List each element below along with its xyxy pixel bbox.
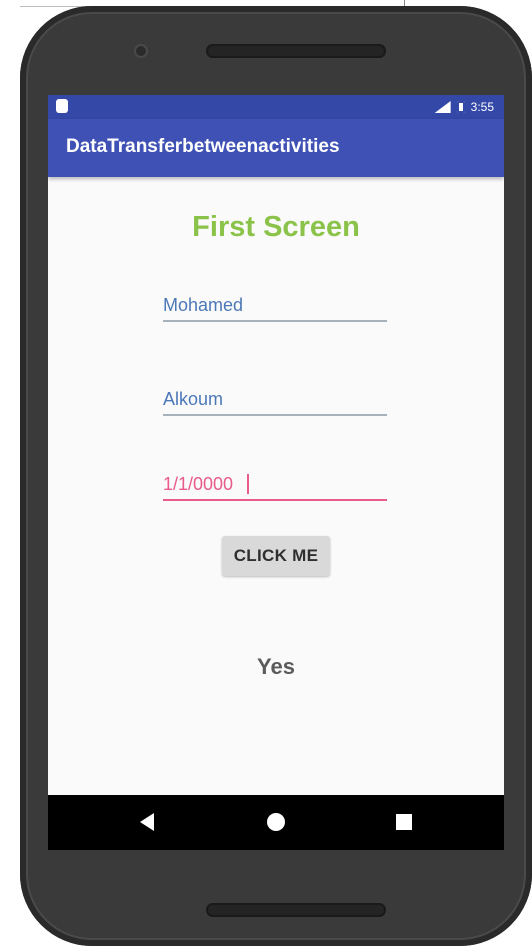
click-me-button[interactable]: CLICK ME	[222, 536, 330, 576]
battery-icon	[456, 101, 465, 113]
device-frame: 3:55 DataTransferbetweenactivities First…	[0, 0, 532, 946]
text-caret	[247, 474, 249, 494]
result-text: Yes	[257, 654, 295, 679]
status-time: 3:55	[470, 100, 494, 114]
date-input[interactable]	[163, 467, 387, 501]
status-bar: 3:55	[48, 95, 504, 119]
front-camera	[136, 46, 146, 56]
app-bar: DataTransferbetweenactivities	[48, 119, 504, 177]
phone-screen: 3:55 DataTransferbetweenactivities First…	[48, 95, 504, 850]
last-name-input[interactable]	[163, 382, 387, 416]
signal-icon	[434, 101, 451, 113]
navigation-bar	[48, 795, 504, 850]
app-title: DataTransferbetweenactivities	[66, 136, 340, 157]
back-icon[interactable]	[140, 813, 154, 831]
screen-heading: First Screen	[192, 211, 360, 243]
first-name-underline	[163, 320, 387, 322]
home-icon[interactable]	[267, 813, 285, 831]
bottom-speaker	[206, 903, 386, 917]
page-background	[0, 0, 20, 946]
date-underline	[163, 499, 387, 501]
first-name-input[interactable]	[163, 288, 387, 322]
recent-apps-icon[interactable]	[396, 814, 412, 830]
sim-card-icon	[56, 99, 68, 113]
status-indicators: 3:55	[434, 98, 494, 116]
date-field	[163, 467, 387, 501]
earpiece-speaker	[206, 44, 386, 58]
last-name-field	[163, 382, 387, 416]
last-name-underline	[163, 414, 387, 416]
first-name-field	[163, 288, 387, 322]
